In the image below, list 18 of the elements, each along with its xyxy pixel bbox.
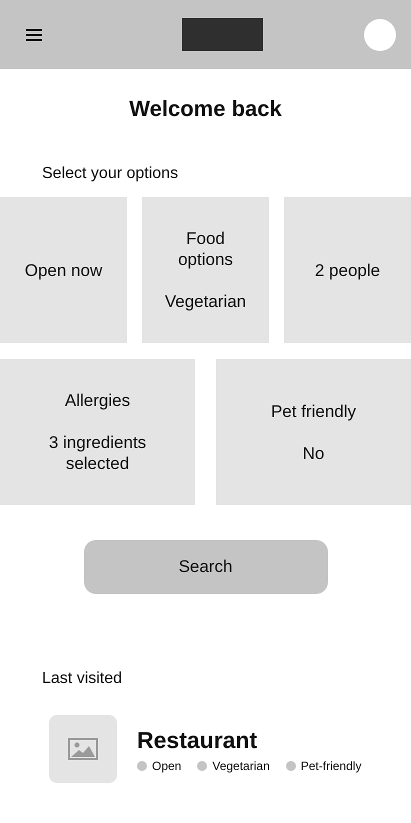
dot-icon <box>137 760 147 770</box>
dot-icon <box>286 760 296 770</box>
restaurant-name[interactable]: Restaurant <box>137 726 258 754</box>
option-tile[interactable]: 2 people <box>284 197 411 343</box>
option-tile[interactable]: Pet friendly No <box>216 359 411 505</box>
option-tile[interactable]: Food options Vegetarian <box>142 197 269 343</box>
dot-icon <box>197 760 208 770</box>
option-tile[interactable]: Allergies 3 ingredients selected <box>0 359 195 505</box>
tag-label: Open <box>152 758 182 772</box>
search-button[interactable]: Search <box>84 540 328 594</box>
option-tile[interactable]: Open now <box>0 197 127 343</box>
page-title: Welcome back <box>128 95 283 123</box>
image-icon <box>68 738 98 760</box>
tag-label: Vegetarian <box>212 758 270 772</box>
menu-icon[interactable] <box>26 28 42 42</box>
section-heading: Select your options <box>42 164 178 184</box>
tag-label: Pet-friendly <box>300 758 362 772</box>
section-heading: Last visited <box>42 669 122 689</box>
